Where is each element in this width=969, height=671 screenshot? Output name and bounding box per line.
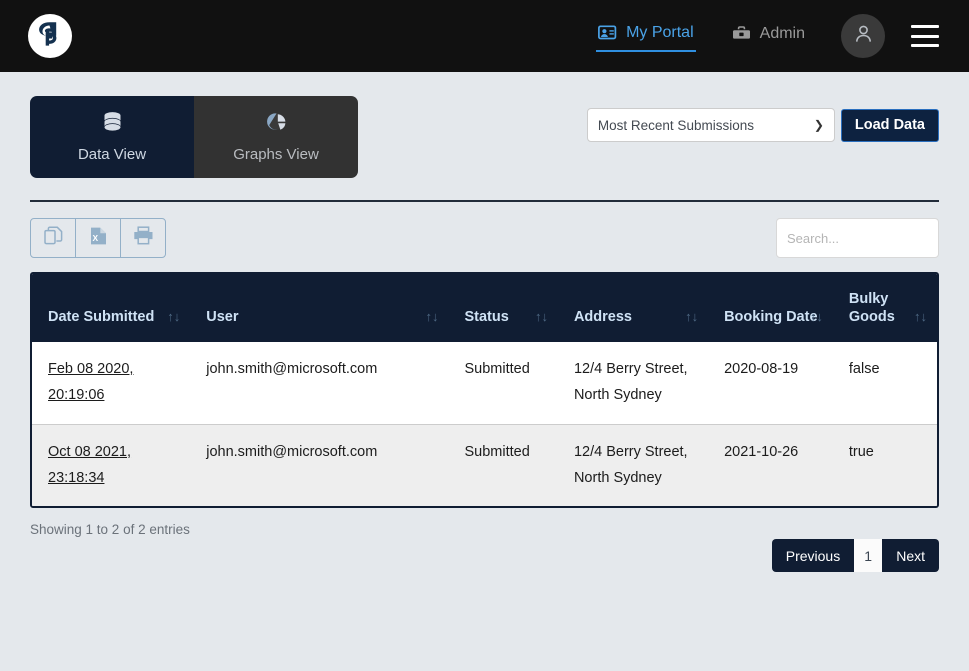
user-avatar[interactable] (841, 14, 885, 58)
sort-icon[interactable]: ↑↓ (425, 309, 438, 325)
load-data-button[interactable]: Load Data (840, 108, 939, 142)
table-row[interactable]: Feb 08 2020, 20:19:06 john.smith@microso… (32, 342, 937, 425)
tab-label: Data View (77, 146, 147, 163)
sort-icon[interactable]: ↑↓ (685, 309, 698, 325)
pagination-next-button[interactable]: Next (882, 539, 939, 573)
top-navbar: My Portal Admin (0, 0, 969, 72)
excel-export-button[interactable]: X (75, 218, 121, 258)
printer-icon (133, 226, 154, 250)
column-header-status[interactable]: Status ↑↓ (448, 274, 558, 343)
load-data-controls: Most Recent Submissions ❯ Load Data (586, 96, 939, 142)
pagination-page-1-button[interactable]: 1 (854, 539, 883, 573)
column-header-bulky-goods[interactable]: Bulky Goods ↑↓ (832, 274, 937, 343)
column-header-date-submitted[interactable]: Date Submitted ↑↓ (32, 274, 191, 343)
table-toolbar: X (30, 202, 939, 258)
copy-icon (43, 226, 63, 250)
cell-bulky-goods: true (848, 443, 874, 460)
column-label: Booking Date (724, 309, 818, 326)
table-head: Date Submitted ↑↓ User ↑↓ Status ↑↓ Addr… (32, 274, 937, 343)
column-label: User (206, 309, 239, 326)
sort-icon[interactable]: ↑↓ (167, 309, 180, 325)
nav-link-admin[interactable]: Admin (730, 21, 807, 51)
sort-icon[interactable]: ↑↓ (810, 309, 823, 325)
view-tabs: Data View Graphs View (30, 96, 358, 178)
submissions-select-value: Most Recent Submissions (597, 117, 754, 133)
cell-booking-date: 2020-08-19 (724, 361, 799, 378)
column-label: Status (464, 309, 509, 326)
tab-graphs-view[interactable]: Graphs View (194, 96, 358, 178)
svg-text:X: X (92, 233, 98, 243)
excel-file-icon: X (90, 226, 107, 251)
copy-button[interactable] (30, 218, 76, 258)
load-data-label: Load Data (854, 117, 925, 133)
cell-user: john.smith@microsoft.com (206, 443, 378, 460)
pagination-next-label: Next (896, 547, 925, 564)
cell-date-submitted: Oct 08 2021, 23:18:34 (32, 424, 190, 506)
hamburger-bar (911, 25, 939, 28)
cell-bulky-goods: false (848, 361, 880, 378)
pie-chart-icon (265, 111, 288, 137)
column-label: Address (573, 309, 632, 326)
navbar-right-group: My Portal Admin (596, 14, 947, 58)
chevron-down-icon: ❯ (813, 118, 824, 132)
column-label: Bulky Goods (848, 291, 895, 326)
pagination-previous-label: Previous (785, 547, 841, 564)
cell-status: Submitted (464, 361, 530, 378)
cell-address: 12/4 Berry Street, North Sydney (573, 361, 688, 404)
user-card-icon (598, 24, 617, 42)
submissions-table: Date Submitted ↑↓ User ↑↓ Status ↑↓ Addr… (32, 274, 937, 507)
column-header-address[interactable]: Address ↑↓ (557, 274, 709, 343)
tab-label: Graphs View (233, 146, 319, 163)
nav-link-label: My Portal (626, 24, 694, 41)
column-header-booking-date[interactable]: Booking Date ↑↓ (708, 274, 833, 343)
pagination-page-number: 1 (864, 547, 873, 564)
search-input[interactable] (776, 218, 939, 258)
nav-link-my-portal[interactable]: My Portal (596, 20, 696, 52)
print-button[interactable] (120, 218, 166, 258)
view-controls-row: Data View Graphs View Most Recent Submis… (30, 72, 939, 178)
user-avatar-icon (853, 23, 874, 49)
hamburger-bar (911, 44, 939, 47)
column-header-user[interactable]: User ↑↓ (190, 274, 449, 343)
table-header-row: Date Submitted ↑↓ User ↑↓ Status ↑↓ Addr… (32, 274, 937, 343)
pagination-previous-button[interactable]: Previous (771, 539, 855, 573)
hamburger-menu-icon[interactable] (911, 25, 939, 47)
database-icon (101, 111, 124, 137)
date-submitted-link[interactable]: Feb 08 2020, 20:19:06 (48, 361, 133, 403)
sort-icon[interactable]: ↑↓ (535, 309, 548, 325)
entries-count-label: Showing 1 to 2 of 2 entries (30, 522, 190, 538)
cell-status: Submitted (464, 443, 530, 460)
cell-booking-date: 2021-10-26 (724, 443, 799, 460)
pagination: Previous 1 Next (771, 539, 939, 573)
company-logo[interactable] (28, 14, 72, 58)
toolbox-icon (732, 26, 751, 42)
tab-data-view[interactable]: Data View (30, 96, 194, 178)
cell-user: john.smith@microsoft.com (206, 361, 378, 378)
table-body: Feb 08 2020, 20:19:06 john.smith@microso… (32, 342, 937, 507)
sort-icon[interactable]: ↑↓ (914, 309, 927, 325)
submissions-table-container: Date Submitted ↑↓ User ↑↓ Status ↑↓ Addr… (30, 272, 939, 509)
nav-link-label: Admin (759, 25, 805, 42)
table-row[interactable]: Oct 08 2021, 23:18:34 john.smith@microso… (32, 424, 937, 507)
submissions-select[interactable]: Most Recent Submissions ❯ (586, 108, 835, 142)
page-body: Data View Graphs View Most Recent Submis… (0, 72, 969, 573)
hamburger-bar (911, 34, 939, 38)
export-button-group: X (30, 218, 166, 258)
cell-date-submitted: Feb 08 2020, 20:19:06 (32, 342, 190, 424)
column-label: Date Submitted (48, 309, 155, 326)
date-submitted-link[interactable]: Oct 08 2021, 23:18:34 (48, 444, 131, 486)
table-footer: Showing 1 to 2 of 2 entries Previous 1 N… (30, 522, 939, 573)
cell-address: 12/4 Berry Street, North Sydney (573, 443, 688, 486)
